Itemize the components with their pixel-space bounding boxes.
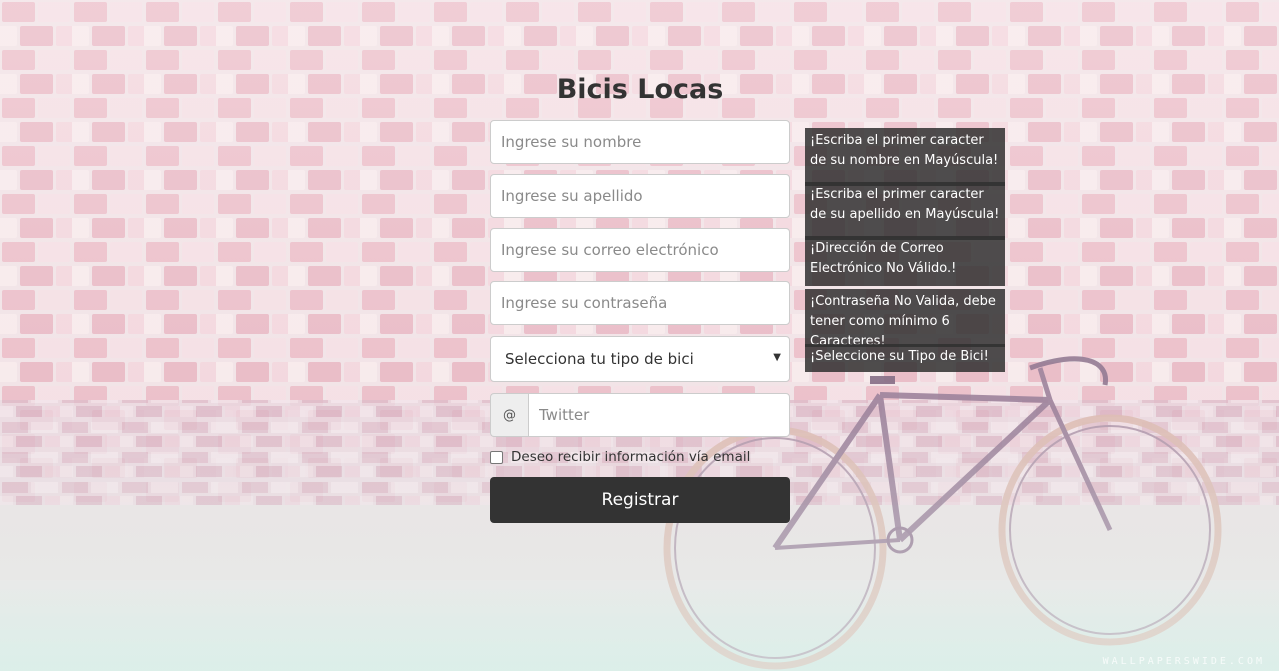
nombre-validation-tooltip: ¡Escriba el primer caracter de su nombre…: [805, 128, 1005, 186]
page: Bicis Locas ¡Escriba el primer caracter …: [0, 0, 1279, 671]
tipo-bici-validation-tooltip: ¡Seleccione su Tipo de Bici!: [805, 344, 1005, 372]
at-sign-icon: @: [490, 393, 528, 437]
contrasena-field[interactable]: [490, 281, 790, 325]
page-title: Bicis Locas: [556, 74, 724, 105]
correo-field[interactable]: [490, 228, 790, 272]
watermark: WALLPAPERSWIDE.COM: [1102, 656, 1265, 667]
twitter-field[interactable]: [528, 393, 790, 437]
tipo-bici-selected-value: Selecciona tu tipo de bici: [505, 350, 694, 368]
contrasena-validation-tooltip: ¡Contraseña No Valida, debe tener como m…: [805, 289, 1005, 347]
twitter-input-group: @: [490, 393, 790, 437]
newsletter-option[interactable]: Deseo recibir información vía email: [490, 448, 750, 466]
newsletter-checkbox[interactable]: [490, 450, 503, 464]
tipo-bici-select[interactable]: Selecciona tu tipo de bici ▼: [490, 336, 790, 382]
apellido-validation-tooltip: ¡Escriba el primer caracter de su apelli…: [805, 182, 1005, 240]
registrar-button[interactable]: Registrar: [490, 477, 790, 523]
newsletter-label: Deseo recibir información vía email: [511, 449, 751, 465]
chevron-down-icon: ▼: [773, 352, 781, 363]
nombre-field[interactable]: [490, 120, 790, 164]
correo-validation-tooltip: ¡Dirección de Correo Electrónico No Váli…: [805, 236, 1005, 286]
apellido-field[interactable]: [490, 174, 790, 218]
